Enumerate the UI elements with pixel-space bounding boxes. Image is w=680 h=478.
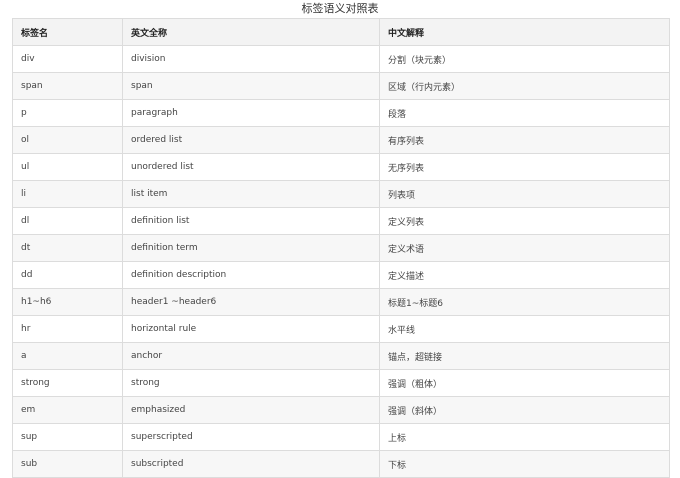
- cell-english: emphasized: [122, 396, 380, 424]
- table-title: 标签语义对照表: [301, 2, 379, 15]
- table-row: span span 区域（行内元素）: [12, 72, 670, 100]
- cell-chinese: 锚点，超链接: [379, 342, 670, 370]
- cell-english: superscripted: [122, 423, 380, 451]
- table-body: div division 分割（块元素） span span 区域（行内元素） p par…: [12, 45, 670, 478]
- table-row: hr horizontal rule 水平线: [12, 315, 670, 343]
- cell-english: definition term: [122, 234, 380, 262]
- cell-tag: hr: [12, 315, 123, 343]
- table-row: dt definition term 定义术语: [12, 234, 670, 262]
- cell-chinese: 列表项: [379, 180, 670, 208]
- cell-tag: em: [12, 396, 123, 424]
- table-row: li list item 列表项: [12, 180, 670, 208]
- cell-chinese: 无序列表: [379, 153, 670, 181]
- cell-chinese: 标题1~标题6: [379, 288, 670, 316]
- cell-tag: ul: [12, 153, 123, 181]
- cell-chinese: 有序列表: [379, 126, 670, 154]
- table-row: sup superscripted 上标: [12, 423, 670, 451]
- cell-english: horizontal rule: [122, 315, 380, 343]
- cell-tag: strong: [12, 369, 123, 397]
- cell-english: strong: [122, 369, 380, 397]
- cell-tag: p: [12, 99, 123, 127]
- cell-english: span: [122, 72, 380, 100]
- cell-tag: dt: [12, 234, 123, 262]
- cell-english: division: [122, 45, 380, 73]
- table-row: ul unordered list 无序列表: [12, 153, 670, 181]
- tag-semantics-table: 标签名 英文全称 中文解释 div division 分割（块元素） span spa…: [12, 18, 670, 478]
- cell-tag: sub: [12, 450, 123, 478]
- cell-chinese: 上标: [379, 423, 670, 451]
- cell-english: anchor: [122, 342, 380, 370]
- cell-english: header1 ~header6: [122, 288, 380, 316]
- cell-english: subscripted: [122, 450, 380, 478]
- cell-tag: div: [12, 45, 123, 73]
- cell-tag: dd: [12, 261, 123, 289]
- cell-tag: li: [12, 180, 123, 208]
- header-tag-name: 标签名: [12, 18, 123, 46]
- cell-tag: span: [12, 72, 123, 100]
- table-row: a anchor 锚点，超链接: [12, 342, 670, 370]
- header-row: 标签名 英文全称 中文解释: [12, 18, 670, 46]
- cell-tag: h1~h6: [12, 288, 123, 316]
- cell-chinese: 下标: [379, 450, 670, 478]
- table-row: strong strong 强调（粗体）: [12, 369, 670, 397]
- cell-chinese: 定义列表: [379, 207, 670, 235]
- cell-english: unordered list: [122, 153, 380, 181]
- cell-chinese: 定义描述: [379, 261, 670, 289]
- table-row: dd definition description 定义描述: [12, 261, 670, 289]
- cell-tag: ol: [12, 126, 123, 154]
- table-row: h1~h6 header1 ~header6 标题1~标题6: [12, 288, 670, 316]
- cell-chinese: 水平线: [379, 315, 670, 343]
- table-row: sub subscripted 下标: [12, 450, 670, 478]
- table-row: ol ordered list 有序列表: [12, 126, 670, 154]
- table-row: p paragraph 段落: [12, 99, 670, 127]
- page: 标签语义对照表 标签名 英文全称 中文解释 div division 分割（块元素）…: [0, 0, 680, 478]
- cell-chinese: 段落: [379, 99, 670, 127]
- table-row: dl definition list 定义列表: [12, 207, 670, 235]
- table-row: div division 分割（块元素）: [12, 45, 670, 73]
- table-row: em emphasized 强调（斜体）: [12, 396, 670, 424]
- cell-english: paragraph: [122, 99, 380, 127]
- cell-chinese: 区域（行内元素）: [379, 72, 670, 100]
- header-english-name: 英文全称: [122, 18, 380, 46]
- cell-tag: sup: [12, 423, 123, 451]
- cell-tag: a: [12, 342, 123, 370]
- cell-english: definition description: [122, 261, 380, 289]
- cell-chinese: 强调（斜体）: [379, 396, 670, 424]
- cell-chinese: 定义术语: [379, 234, 670, 262]
- cell-english: list item: [122, 180, 380, 208]
- cell-english: ordered list: [122, 126, 380, 154]
- cell-tag: dl: [12, 207, 123, 235]
- cell-english: definition list: [122, 207, 380, 235]
- cell-chinese: 强调（粗体）: [379, 369, 670, 397]
- header-chinese-meaning: 中文解释: [379, 18, 670, 46]
- cell-chinese: 分割（块元素）: [379, 45, 670, 73]
